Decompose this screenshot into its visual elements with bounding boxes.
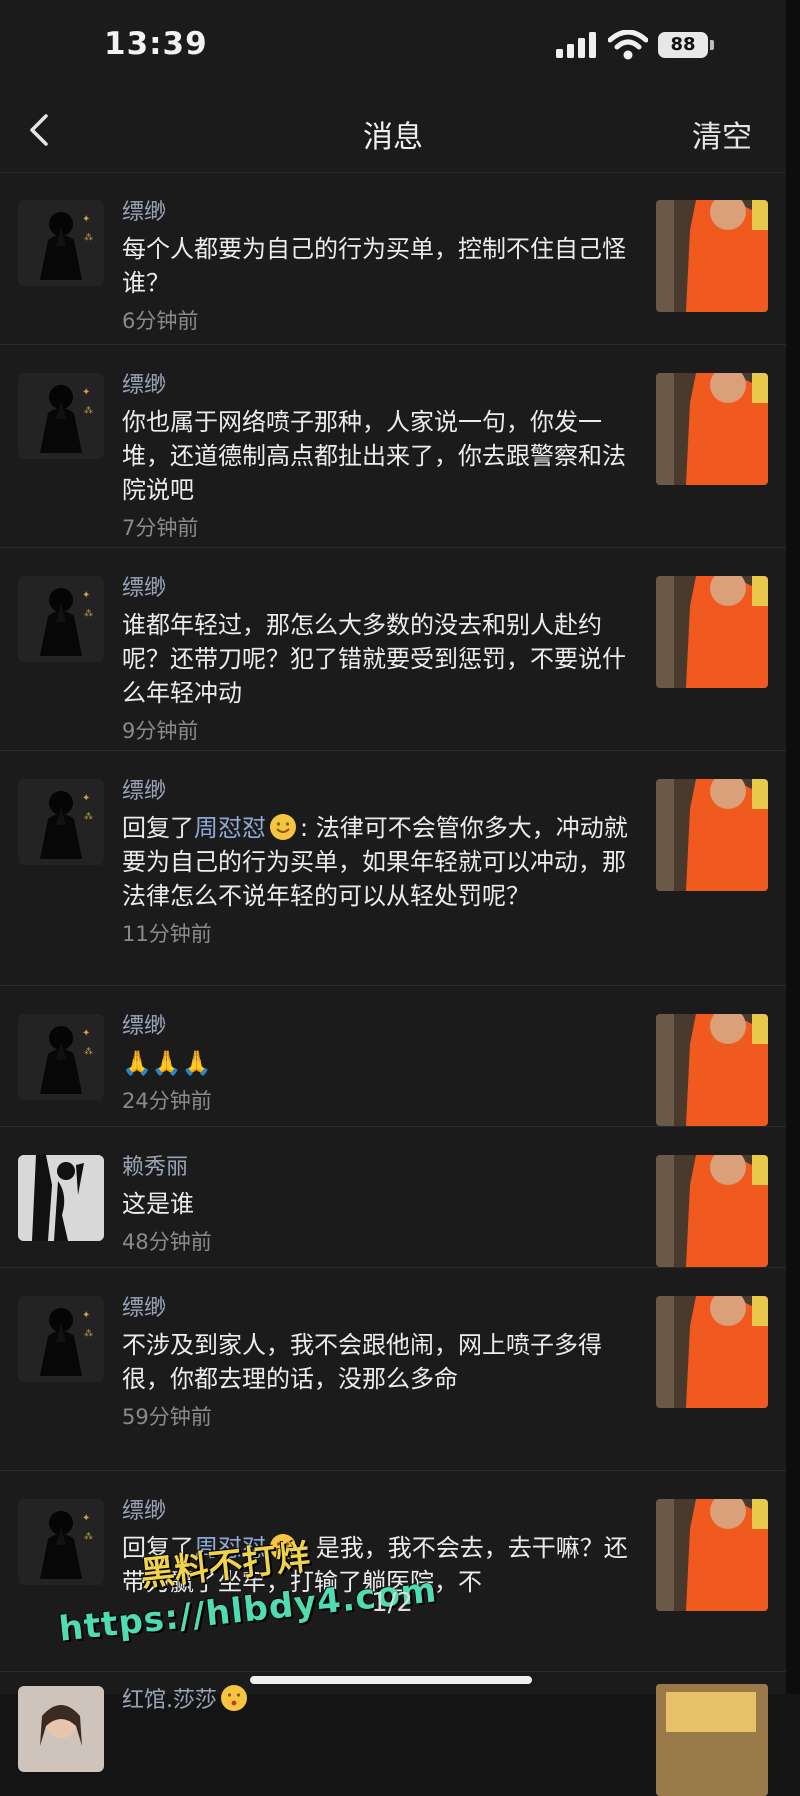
sender-name[interactable]: 红馆.莎莎 [122,1684,632,1716]
video-thumbnail[interactable] [656,1499,768,1611]
sender-name-text: 红馆.莎莎 [122,1688,217,1713]
message-list: ✦ ⁂ 缥缈 每个人都要为自己的行为买单，控制不住自己怪谁？ 6分钟前 ✦ ⁂ 缥缈… [0,172,786,1796]
message-time: 48分钟前 [122,1230,212,1254]
message-content: 缥缈 每个人都要为自己的行为买单，控制不住自己怪谁？ 6分钟前 [122,198,632,336]
message-time: 59分钟前 [122,1405,212,1429]
battery-level: 88 [670,34,696,55]
praying-hands-avatar[interactable]: ✦ ⁂ [18,373,104,459]
svg-text:✦: ✦ [82,590,90,601]
screen-edge [786,0,800,1694]
message-time: 6分钟前 [122,309,199,333]
status-time: 13:39 [104,26,208,62]
video-thumbnail[interactable] [656,576,768,688]
svg-text:⁂: ⁂ [84,608,93,619]
smile-emoji-icon [270,814,296,840]
svg-text:✦: ✦ [82,1513,90,1524]
message-text: 这是谁 [122,1190,194,1218]
message-content: 缥缈 🙏🙏🙏 24分钟前 [122,1012,632,1116]
message-time: 11分钟前 [122,922,212,946]
video-thumbnail[interactable] [656,200,768,312]
svg-text:⁂: ⁂ [84,232,93,243]
video-thumbnail[interactable] [656,1155,768,1267]
message-text: 🙏🙏🙏 [122,1049,212,1077]
battery-tip [710,40,714,50]
svg-text:⁂: ⁂ [84,811,93,822]
praying-hands-avatar[interactable]: ✦ ⁂ [18,779,104,865]
silhouette-avatar[interactable] [18,1155,104,1241]
woman-avatar[interactable] [18,1686,104,1772]
message-item[interactable]: 赖秀丽 这是谁 48分钟前 [0,1127,786,1268]
nav-bar: 消息 清空 [0,92,786,173]
video-thumbnail[interactable] [656,1296,768,1408]
message-item[interactable]: ✦ ⁂ 缥缈 不涉及到家人，我不会跟他闹，网上喷子多得很，你都去理的话，没那么多命… [0,1268,786,1471]
wifi-icon [608,30,648,60]
message-time: 9分钟前 [122,719,199,743]
message-content: 缥缈 不涉及到家人，我不会跟他闹，网上喷子多得很，你都去理的话，没那么多命 59… [122,1294,632,1432]
svg-text:✦: ✦ [82,1310,90,1321]
sender-name[interactable]: 缥缈 [122,777,632,807]
reply-mention[interactable]: 周怼怼 [194,814,266,842]
praying-hands-avatar[interactable]: ✦ ⁂ [18,200,104,286]
app-screen: 13:39 88 消息 清空 ✦ ⁂ 缥缈 每个人都要为自己的行为买单，控制不住… [0,0,786,1796]
svg-text:✦: ✦ [82,214,90,225]
message-item[interactable]: ✦ ⁂ 缥缈 每个人都要为自己的行为买单，控制不住自己怪谁？ 6分钟前 [0,172,786,345]
page-indicator: 1/2 [371,1588,413,1618]
video-thumbnail[interactable] [656,1014,768,1126]
sender-name[interactable]: 赖秀丽 [122,1153,632,1183]
sender-name[interactable]: 缥缈 [122,1012,632,1042]
svg-text:⁂: ⁂ [84,1328,93,1339]
message-item[interactable]: 红馆.莎莎 [0,1672,786,1796]
message-item[interactable]: ✦ ⁂ 缥缈 🙏🙏🙏 24分钟前 [0,986,786,1127]
page-title: 消息 [363,120,423,155]
message-text: 谁都年轻过，那怎么大多数的没去和别人赴约呢？还带刀呢？犯了错就要受到惩罚，不要说… [122,611,626,707]
svg-text:⁂: ⁂ [84,1531,93,1542]
video-thumbnail[interactable] [656,1684,768,1796]
sender-name[interactable]: 缥缈 [122,1497,632,1527]
sender-name[interactable]: 缥缈 [122,1294,632,1324]
message-content: 缥缈 谁都年轻过，那怎么大多数的没去和别人赴约呢？还带刀呢？犯了错就要受到惩罚，… [122,574,632,746]
message-item[interactable]: ✦ ⁂ 缥缈 谁都年轻过，那怎么大多数的没去和别人赴约呢？还带刀呢？犯了错就要受到… [0,548,786,751]
svg-text:⁂: ⁂ [84,405,93,416]
praying-hands-avatar[interactable]: ✦ ⁂ [18,1296,104,1382]
message-content: 缥缈 回复了周怼怼: 法律可不会管你多大，冲动就要为自己的行为买单，如果年轻就可… [122,777,632,949]
reply-prefix: 回复了 [122,814,194,842]
battery-icon: 88 [658,32,708,58]
sender-name[interactable]: 缥缈 [122,574,632,604]
sender-name[interactable]: 缥缈 [122,371,632,401]
praying-hands-avatar[interactable]: ✦ ⁂ [18,1499,104,1585]
message-time: 24分钟前 [122,1089,212,1113]
message-text: 你也属于网络喷子那种，人家说一句，你发一堆，还道德制高点都扯出来了，你去跟警察和… [122,408,626,504]
message-time: 7分钟前 [122,516,199,540]
praying-hands-avatar[interactable]: ✦ ⁂ [18,576,104,662]
praying-hands-avatar[interactable]: ✦ ⁂ [18,1014,104,1100]
message-text: 不涉及到家人，我不会跟他闹，网上喷子多得很，你都去理的话，没那么多命 [122,1331,602,1393]
svg-text:✦: ✦ [82,1028,90,1039]
message-item[interactable]: ✦ ⁂ 缥缈 回复了周怼怼: 法律可不会管你多大，冲动就要为自己的行为买单，如果年… [0,751,786,986]
home-indicator[interactable] [250,1676,532,1684]
message-content: 赖秀丽 这是谁 48分钟前 [122,1153,632,1257]
svg-text:✦: ✦ [82,793,90,804]
svg-text:⁂: ⁂ [84,1046,93,1057]
video-thumbnail[interactable] [656,779,768,891]
video-thumbnail[interactable] [656,373,768,485]
status-bar: 13:39 88 [0,0,786,92]
message-text: 回复了周怼怼: 法律可不会管你多大，冲动就要为自己的行为买单，如果年轻就可以冲动… [122,811,632,913]
clear-button[interactable]: 清空 [692,112,752,156]
message-text: 每个人都要为自己的行为买单，控制不住自己怪谁？ [122,235,626,297]
message-content: 缥缈 你也属于网络喷子那种，人家说一句，你发一堆，还道德制高点都扯出来了，你去跟… [122,371,632,543]
message-item[interactable]: ✦ ⁂ 缥缈 你也属于网络喷子那种，人家说一句，你发一堆，还道德制高点都扯出来了，… [0,345,786,548]
sender-name[interactable]: 缥缈 [122,198,632,228]
message-content: 红馆.莎莎 [122,1684,632,1716]
kiss-emoji-icon [221,1685,247,1711]
cellular-signal-icon [556,32,596,58]
svg-text:✦: ✦ [82,387,90,398]
